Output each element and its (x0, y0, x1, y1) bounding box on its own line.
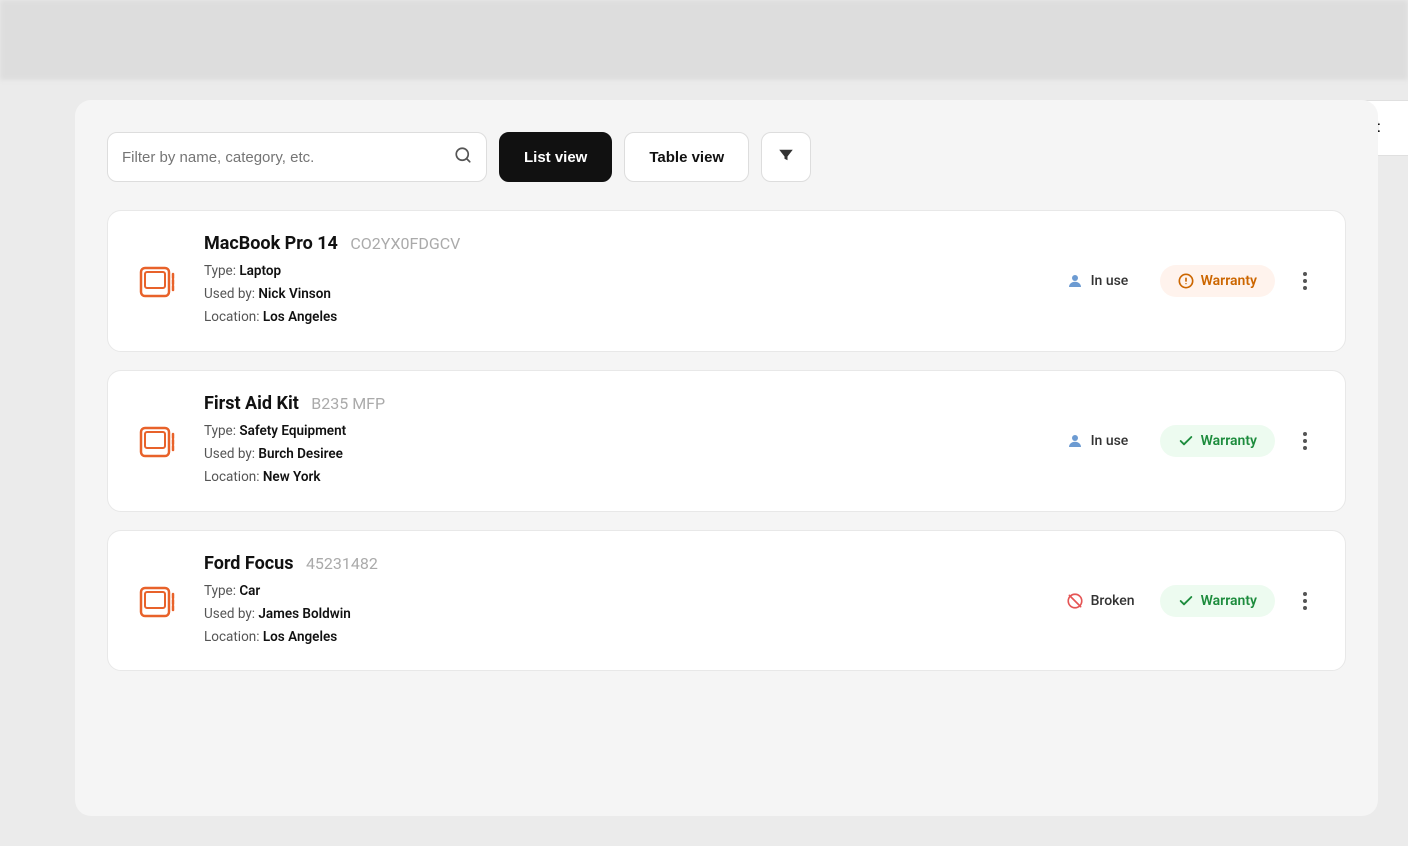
asset-icon-macbook (132, 255, 184, 307)
main-panel: List view Table view (75, 100, 1378, 816)
more-button-ford[interactable] (1289, 585, 1321, 617)
warranty-label-ford: Warranty (1201, 593, 1257, 609)
broken-icon (1066, 592, 1084, 610)
status-label-macbook: In use (1091, 273, 1129, 289)
asset-list: MacBook Pro 14 CO2YX0FDGCV Type: Laptop … (107, 210, 1346, 671)
table-row: First Aid Kit B235 MFP Type: Safety Equi… (107, 370, 1346, 512)
asset-title-ford: Ford Focus 45231482 (204, 553, 1046, 574)
person-icon (1066, 272, 1084, 290)
person-icon (1066, 432, 1084, 450)
more-button-firstaid[interactable] (1289, 425, 1321, 457)
status-badge-firstaid: In use (1066, 432, 1146, 450)
search-input[interactable] (122, 149, 446, 166)
asset-meta-macbook: Type: Laptop Used by: Nick Vinson Locati… (204, 260, 1046, 329)
more-button-macbook[interactable] (1289, 265, 1321, 297)
asset-icon-firstaid (132, 415, 184, 467)
warranty-label-firstaid: Warranty (1201, 433, 1257, 449)
asset-icon-ford (132, 575, 184, 627)
warranty-badge-macbook: Warranty (1160, 265, 1275, 297)
list-view-button[interactable]: List view (499, 132, 612, 182)
asset-info-ford: Ford Focus 45231482 Type: Car Used by: J… (204, 553, 1046, 649)
warranty-check-icon (1178, 433, 1194, 449)
warranty-check-icon-2 (1178, 593, 1194, 609)
dots-icon (1303, 432, 1307, 450)
asset-right-firstaid: In use Warranty (1066, 425, 1321, 457)
dots-icon (1303, 272, 1307, 290)
search-input-wrap[interactable] (107, 132, 487, 182)
table-row: Ford Focus 45231482 Type: Car Used by: J… (107, 530, 1346, 672)
status-badge-macbook: In use (1066, 272, 1146, 290)
table-row: MacBook Pro 14 CO2YX0FDGCV Type: Laptop … (107, 210, 1346, 352)
filter-button[interactable] (761, 132, 811, 182)
warranty-label-macbook: Warranty (1201, 273, 1257, 289)
asset-info-firstaid: First Aid Kit B235 MFP Type: Safety Equi… (204, 393, 1046, 489)
status-badge-ford: Broken (1066, 592, 1146, 610)
status-label-firstaid: In use (1091, 433, 1129, 449)
asset-right-ford: Broken Warranty (1066, 585, 1321, 617)
warranty-badge-ford: Warranty (1160, 585, 1275, 617)
warranty-badge-firstaid: Warranty (1160, 425, 1275, 457)
asset-info-macbook: MacBook Pro 14 CO2YX0FDGCV Type: Laptop … (204, 233, 1046, 329)
filter-icon (777, 146, 795, 169)
asset-meta-firstaid: Type: Safety Equipment Used by: Burch De… (204, 420, 1046, 489)
dots-icon (1303, 592, 1307, 610)
asset-right-macbook: In use Warranty (1066, 265, 1321, 297)
asset-title-macbook: MacBook Pro 14 CO2YX0FDGCV (204, 233, 1046, 254)
status-label-ford: Broken (1091, 593, 1135, 609)
search-icon (454, 146, 472, 168)
top-blur-area (0, 0, 1408, 80)
asset-meta-ford: Type: Car Used by: James Boldwin Locatio… (204, 580, 1046, 649)
toolbar: List view Table view (107, 132, 1346, 182)
asset-title-firstaid: First Aid Kit B235 MFP (204, 393, 1046, 414)
warranty-warning-icon (1178, 273, 1194, 289)
table-view-button[interactable]: Table view (624, 132, 749, 182)
